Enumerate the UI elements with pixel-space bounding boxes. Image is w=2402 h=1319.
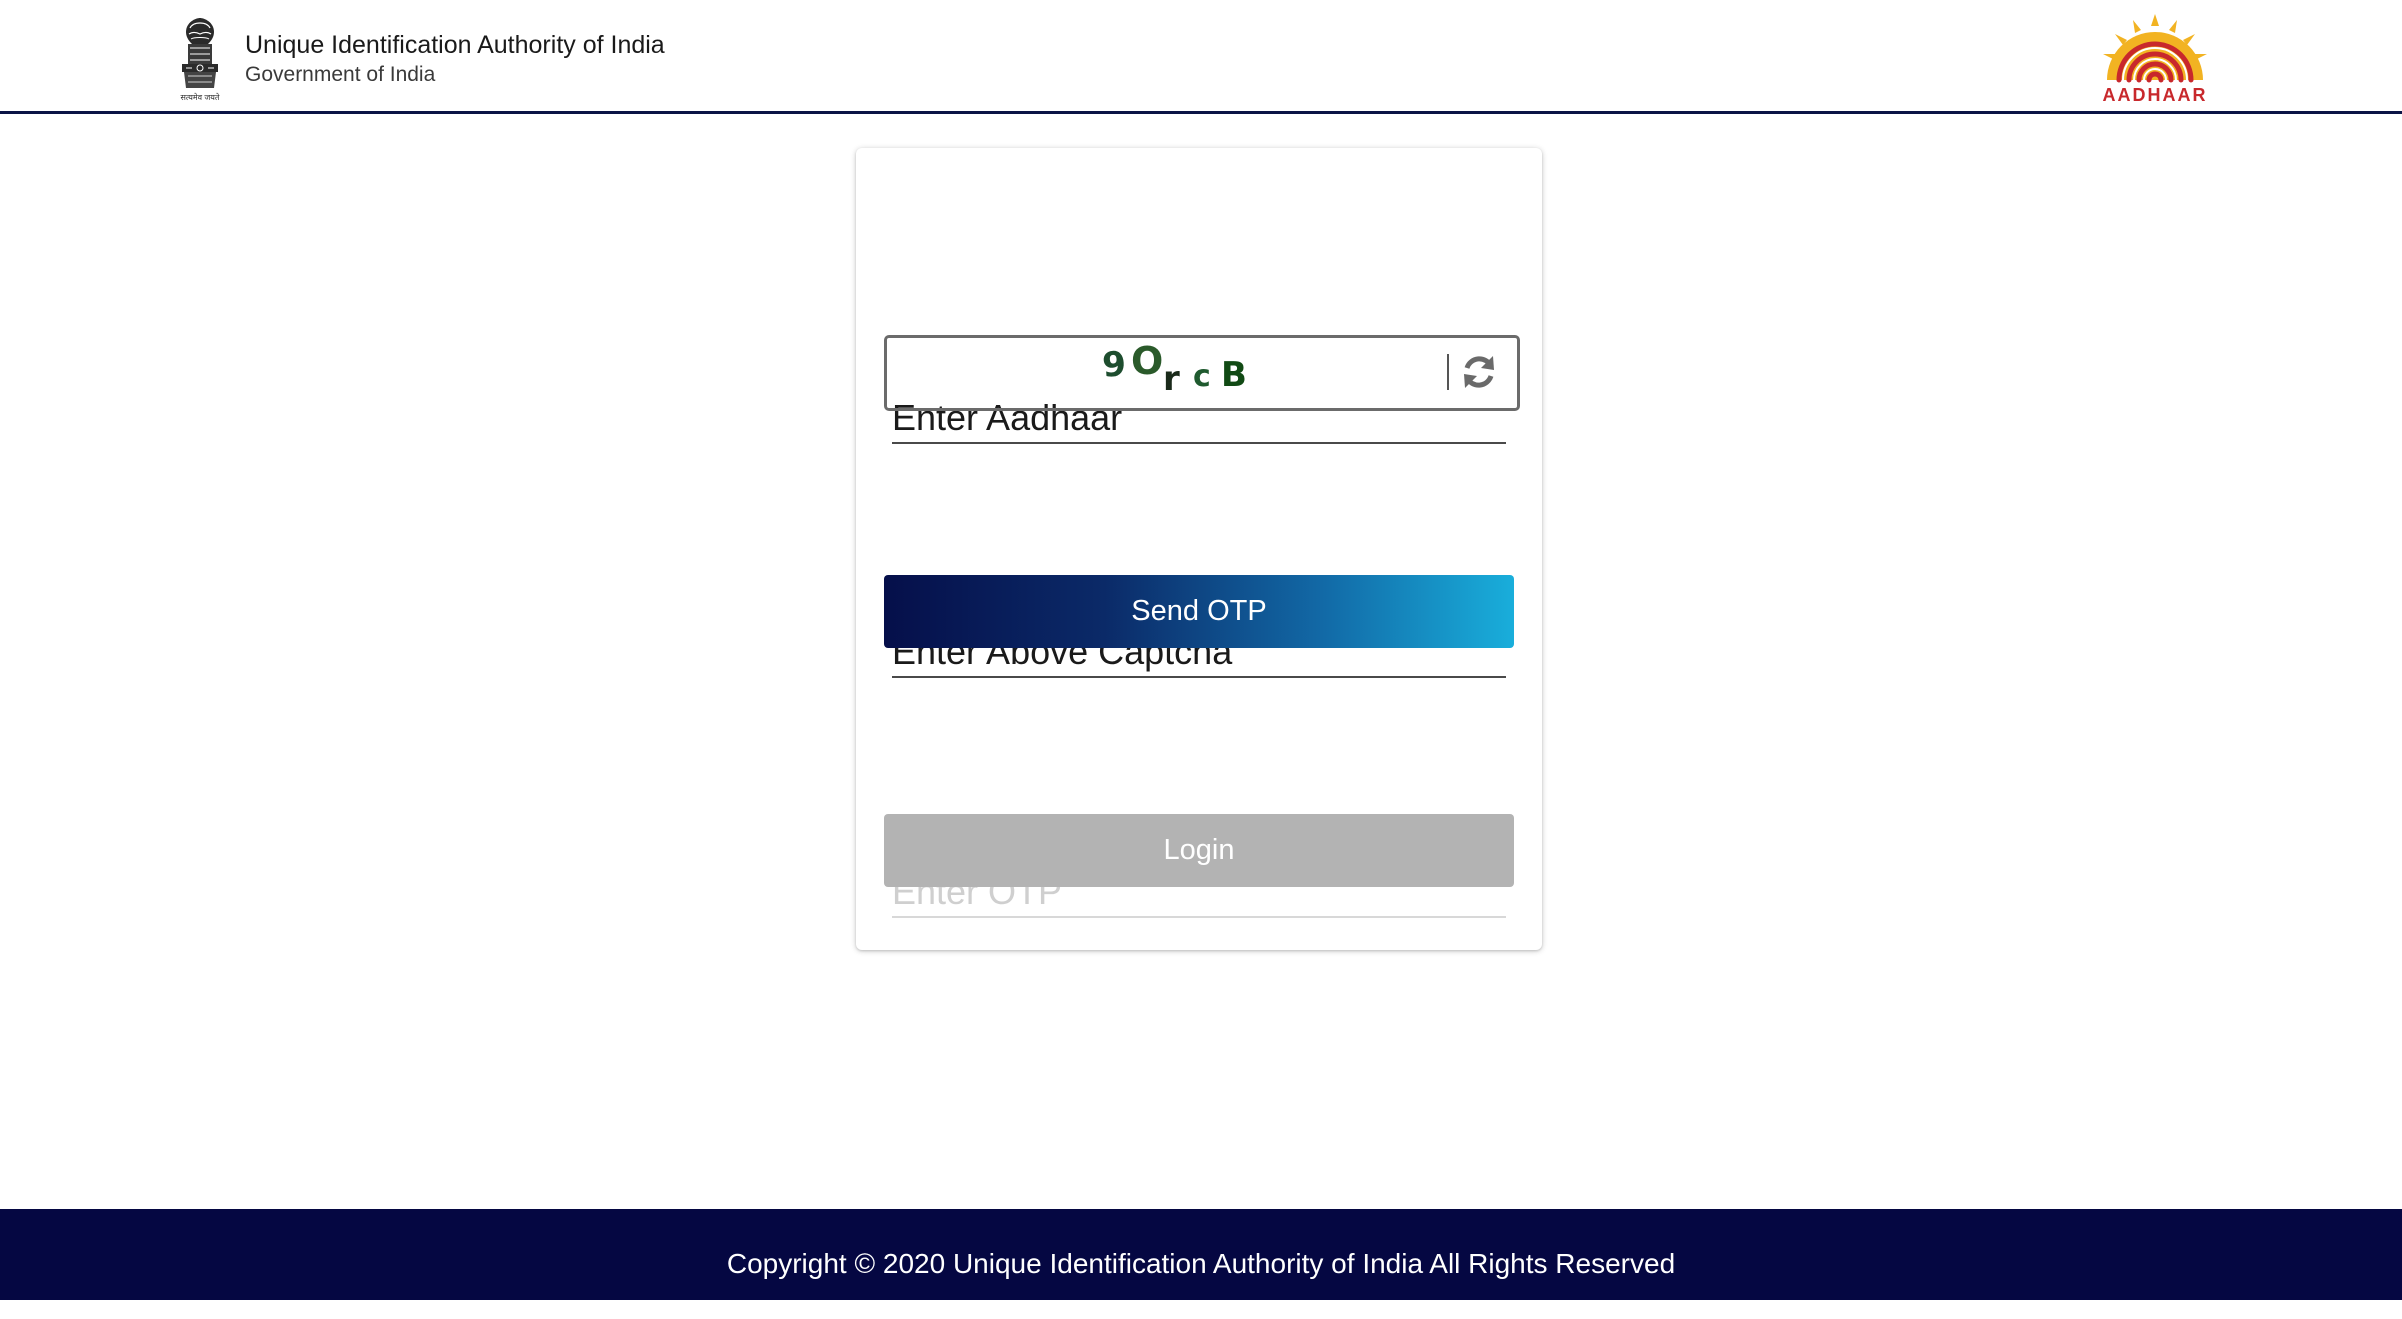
org-name: Unique Identification Authority of India <box>245 31 665 59</box>
login-card: 9 O r c B Send OTP Login <box>856 148 1542 950</box>
refresh-icon[interactable] <box>1459 352 1499 392</box>
captcha-glyph: r <box>1163 359 1180 399</box>
site-footer: Copyright © 2020 Unique Identification A… <box>0 1209 2402 1300</box>
national-emblem-icon <box>182 18 218 88</box>
site-header: सत्यमेव जयते Unique Identification Autho… <box>0 0 2402 114</box>
captcha-divider <box>1447 354 1449 390</box>
captcha-glyph: 9 <box>1101 344 1127 386</box>
captcha-glyph: B <box>1221 355 1247 395</box>
captcha-glyph: c <box>1193 359 1211 394</box>
org-title-block: Unique Identification Authority of India… <box>245 30 665 88</box>
send-otp-button[interactable]: Send OTP <box>884 575 1514 648</box>
copyright-text: Copyright © 2020 Unique Identification A… <box>726 1248 1676 1279</box>
aadhaar-logo-text: AADHAAR <box>2102 85 2208 105</box>
captcha-glyph: O <box>1131 344 1163 383</box>
login-button[interactable]: Login <box>884 814 1514 887</box>
emblem-motto: सत्यमेव जयते <box>180 93 220 102</box>
captcha-image: 9 O r c B <box>1101 344 1247 399</box>
org-subtitle: Government of India <box>245 63 436 86</box>
aadhaar-logo-icon <box>2103 14 2207 83</box>
captcha-box: 9 O r c B <box>884 335 1520 411</box>
aadhaar-logo: AADHAAR <box>2085 14 2225 106</box>
